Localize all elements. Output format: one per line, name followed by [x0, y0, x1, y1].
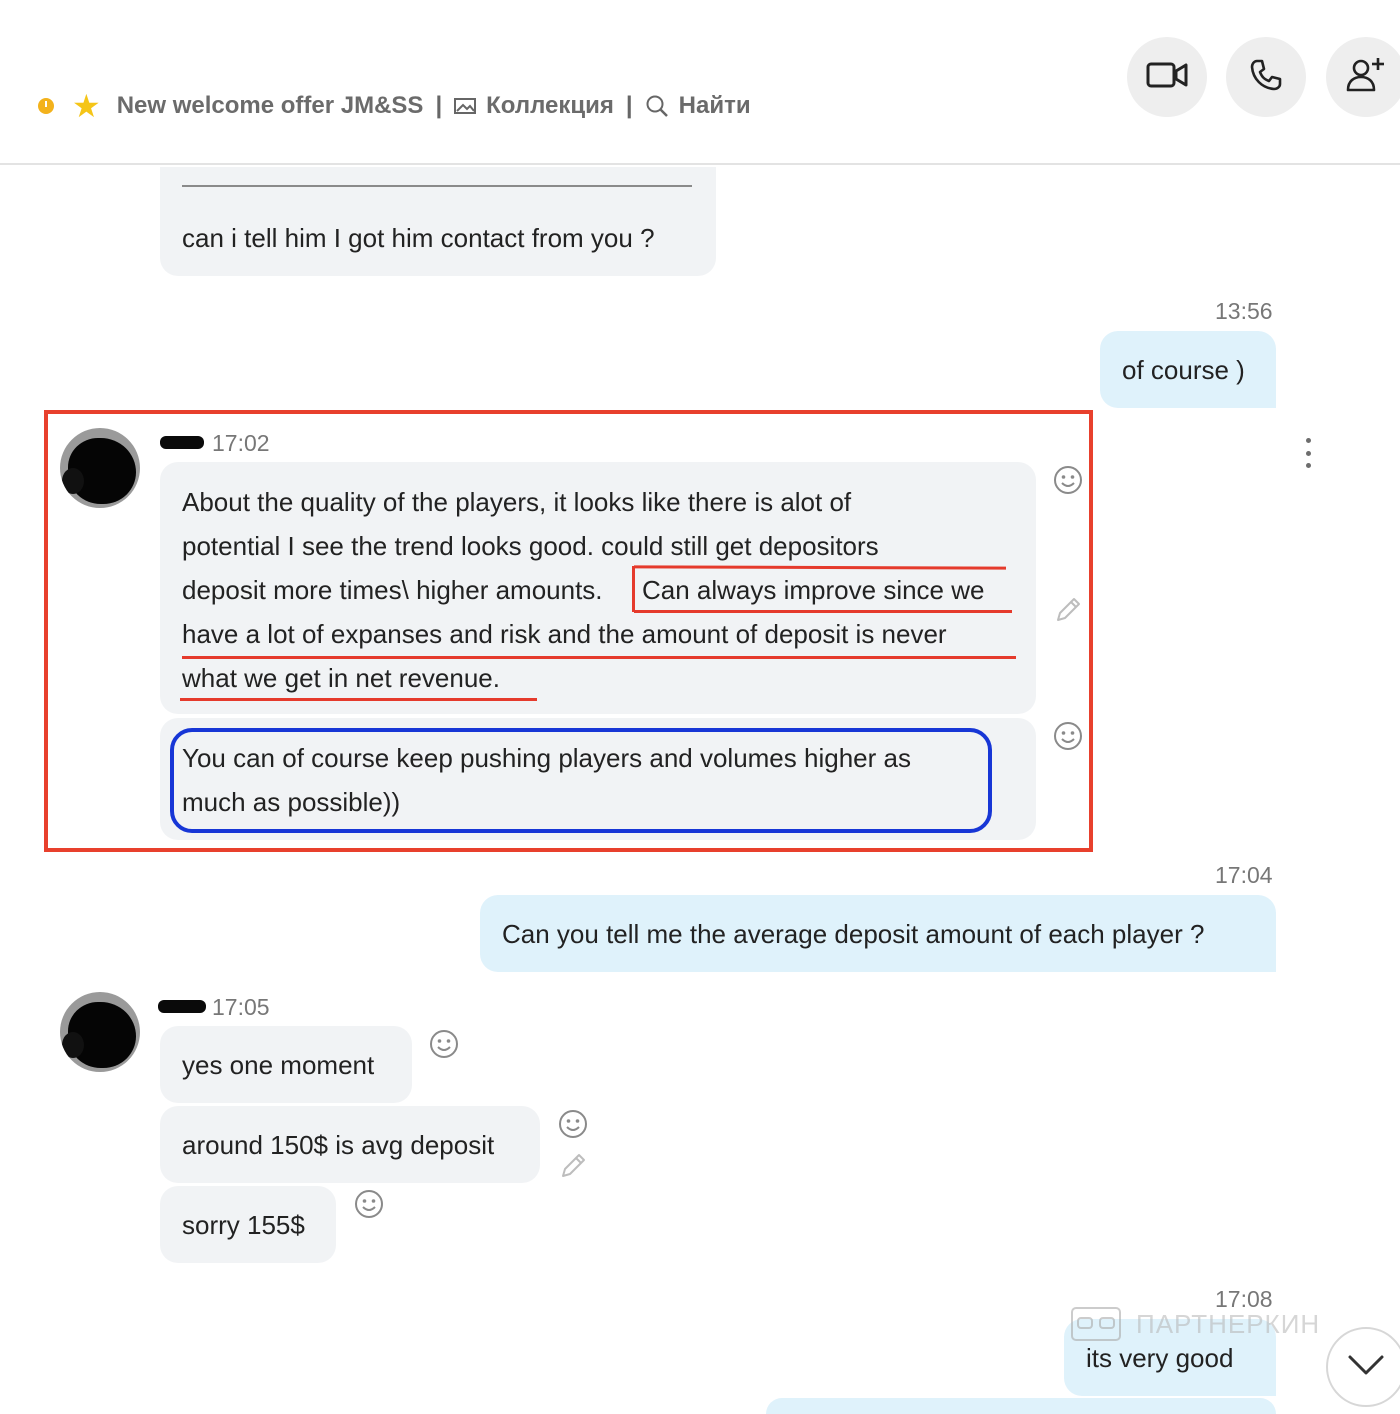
message-bubble-partial[interactable]	[766, 1398, 1276, 1414]
add-contact-icon	[1346, 56, 1386, 99]
emoji-icon	[429, 1029, 459, 1064]
redacted-name	[158, 1000, 206, 1013]
emoji-reaction-button[interactable]	[557, 1109, 589, 1144]
message-timestamp: 17:04	[1215, 862, 1273, 888]
search-icon	[645, 94, 669, 118]
separator: |	[435, 92, 443, 119]
emoji-reaction-button[interactable]	[353, 1189, 385, 1224]
quote-divider	[182, 185, 692, 187]
emoji-icon	[354, 1189, 384, 1224]
watermark-text: ПАРТНЕРКИН	[1136, 1308, 1321, 1339]
scroll-to-bottom-button[interactable]	[1326, 1327, 1400, 1407]
message-text: can i tell him I got him contact from yo…	[182, 223, 655, 253]
pencil-icon	[558, 1151, 588, 1186]
separator: |	[625, 92, 633, 119]
message-text: of course )	[1122, 355, 1245, 385]
collection-link[interactable]: Коллекция	[486, 92, 614, 120]
image-icon	[454, 97, 477, 115]
message-bubble[interactable]: yes one moment	[160, 1026, 412, 1103]
message-bubble[interactable]: Can you tell me the average deposit amou…	[480, 895, 1276, 972]
audio-call-button[interactable]	[1226, 37, 1306, 117]
emoji-reaction-button[interactable]	[1052, 465, 1084, 500]
star-icon: ★	[72, 88, 101, 124]
video-call-button[interactable]	[1127, 37, 1207, 117]
add-participant-button[interactable]	[1326, 37, 1400, 117]
message-bubble[interactable]: of course )	[1100, 331, 1276, 408]
watermark: ПАРТНЕРКИН	[1070, 1302, 1350, 1346]
chevron-down-icon	[1346, 1353, 1386, 1382]
chat-title-bar: ★ New welcome offer JM&SS | Коллекция | …	[38, 84, 751, 128]
chat-header: ★ New welcome offer JM&SS | Коллекция | …	[0, 0, 1400, 165]
edit-button[interactable]	[557, 1152, 589, 1184]
emoji-reaction-button[interactable]	[428, 1029, 460, 1064]
message-text: around 150$ is avg deposit	[182, 1130, 495, 1160]
message-bubble[interactable]: sorry 155$	[160, 1186, 336, 1263]
phone-icon	[1249, 58, 1283, 97]
message-text: Can you tell me the average deposit amou…	[502, 919, 1205, 949]
search-link[interactable]: Найти	[679, 92, 751, 120]
message-text: sorry 155$	[182, 1210, 305, 1240]
avatar[interactable]	[60, 992, 140, 1072]
annotation-red-box	[44, 410, 1093, 852]
more-options-icon[interactable]	[1303, 438, 1313, 468]
clock-icon	[38, 98, 54, 114]
pencil-icon	[1053, 595, 1083, 630]
message-timestamp: 13:56	[1215, 298, 1273, 324]
edit-button[interactable]	[1052, 596, 1084, 628]
message-timestamp: 17:05	[212, 994, 270, 1020]
emoji-reaction-button[interactable]	[1052, 721, 1084, 756]
message-bubble[interactable]: around 150$ is avg deposit	[160, 1106, 540, 1183]
emoji-icon	[558, 1109, 588, 1144]
emoji-icon	[1053, 721, 1083, 756]
message-text: yes one moment	[182, 1050, 375, 1080]
emoji-icon	[1053, 465, 1083, 500]
message-bubble[interactable]: can i tell him I got him contact from yo…	[160, 167, 716, 276]
chat-title[interactable]: New welcome offer JM&SS	[117, 92, 424, 120]
video-camera-icon	[1146, 60, 1188, 95]
